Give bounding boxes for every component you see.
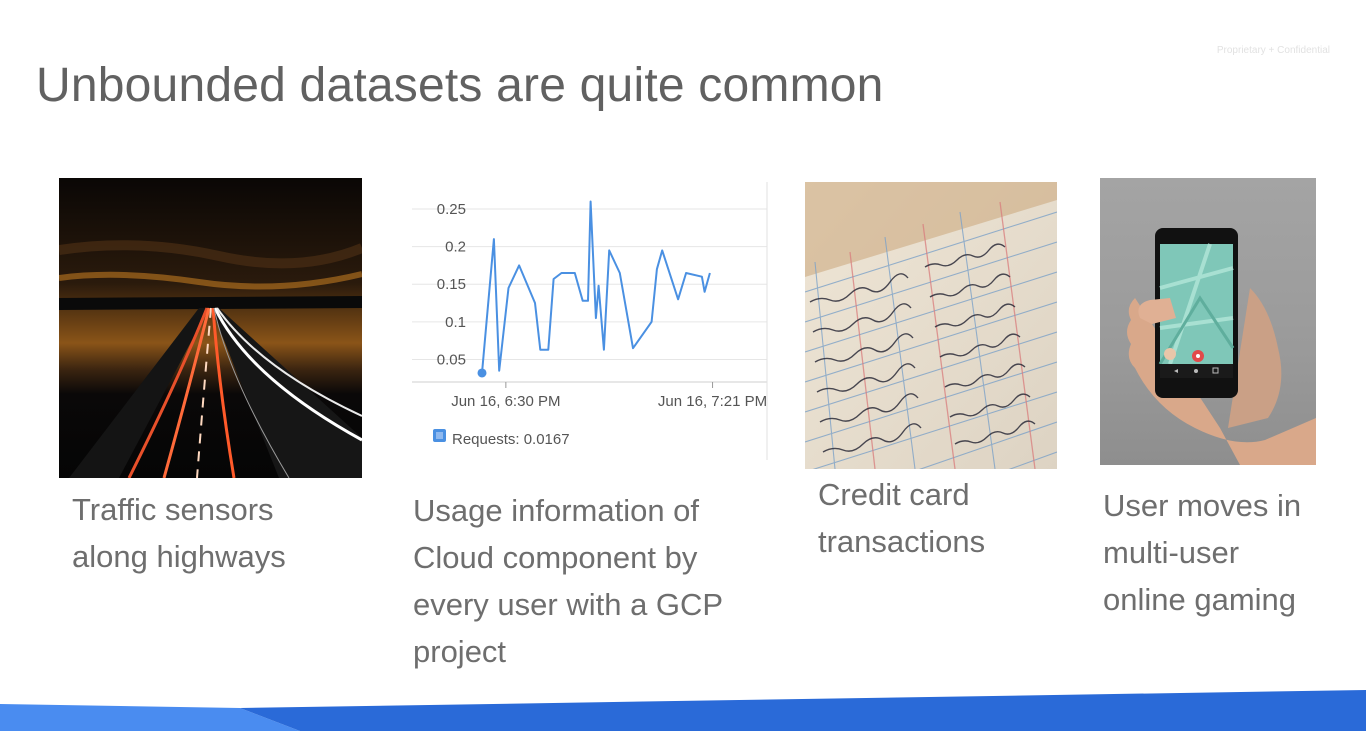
usage-chart: 0.25 0.2 0.15 0.1 0.05 Jun 16, 6:30 PM Jun 16… [412, 182, 770, 460]
caption-traffic: Traffic sensors along highways [72, 486, 286, 580]
phone-illustration [1127, 228, 1316, 465]
caption-line: project [413, 634, 507, 669]
requests-series-line [481, 200, 711, 374]
caption-line: Usage information of [413, 493, 700, 528]
caption-credit: Credit card transactions [818, 471, 985, 565]
ledger-illustration [805, 182, 1057, 469]
caption-line: Credit card [818, 477, 970, 512]
highway-illustration [59, 178, 362, 478]
caption-line: every user with a GCP [413, 587, 724, 622]
phone-game-photo [1100, 178, 1316, 465]
x-tick-label: Jun 16, 6:30 PM [451, 393, 560, 410]
caption-line: Traffic sensors [72, 492, 274, 527]
ledger-photo [805, 182, 1057, 469]
usage-chart-svg: 0.25 0.2 0.15 0.1 0.05 Jun 16, 6:30 PM Jun 16… [412, 182, 768, 460]
caption-gaming: User moves in multi-user online gaming [1103, 482, 1301, 623]
caption-line: online gaming [1103, 582, 1297, 617]
caption-line: User moves in [1103, 488, 1302, 523]
y-tick-label: 0.15 [437, 276, 466, 293]
caption-usage: Usage information of Cloud component by … [413, 487, 723, 675]
y-tick-label: 0.05 [437, 351, 466, 368]
caption-line: transactions [818, 524, 986, 559]
x-tick-label: Jun 16, 7:21 PM [658, 393, 767, 410]
y-tick-label: 0.25 [437, 201, 466, 218]
slide-title: Unbounded datasets are quite common [36, 59, 884, 112]
y-tick-label: 0.2 [445, 239, 466, 256]
bottom-accent-bar [0, 690, 1366, 731]
y-tick-label: 0.1 [445, 314, 466, 331]
legend-label: Requests: 0.0167 [452, 431, 570, 448]
caption-line: along highways [72, 539, 286, 574]
confidential-label: Proprietary + Confidential [1216, 45, 1330, 56]
highway-photo [59, 178, 362, 478]
caption-line: Cloud component by [413, 540, 698, 575]
series-start-point [477, 368, 487, 378]
caption-line: multi-user [1103, 535, 1240, 570]
